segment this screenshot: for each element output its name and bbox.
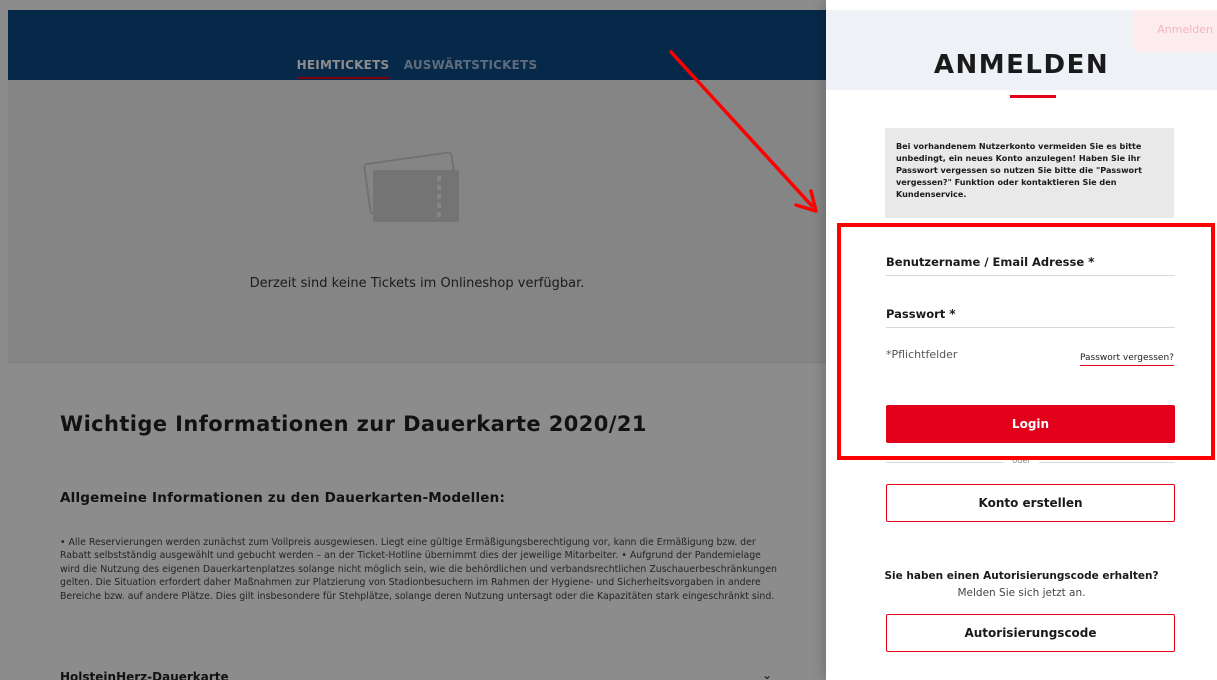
modal-backdrop[interactable]	[0, 0, 826, 680]
auth-code-question: Sie haben einen Autorisierungscode erhal…	[884, 570, 1159, 582]
anmelden-corner-button[interactable]: Anmelden	[1133, 10, 1217, 52]
or-text: oder	[1004, 456, 1039, 465]
create-account-button[interactable]: Konto erstellen	[886, 484, 1175, 522]
title-underline	[1010, 95, 1056, 98]
account-notice: Bei vorhandenem Nutzerkonto vermeiden Si…	[885, 128, 1174, 218]
or-label: oder	[826, 456, 1217, 465]
password-label: Passwort	[886, 307, 946, 321]
drawer-title: ANMELDEN	[933, 50, 1110, 80]
ticket-shop-page: HEIMTICKETS AUSWÄRTSTICKETS Derzeit sind…	[0, 0, 826, 680]
required-fields-note: *Pflichtfelder	[886, 348, 958, 361]
auth-code-button[interactable]: Autorisierungscode	[886, 614, 1175, 652]
forgot-password-link[interactable]: Passwort vergessen?	[1080, 353, 1174, 366]
password-field[interactable]: Passwort *	[886, 307, 1175, 328]
auth-code-subtext: Melden Sie sich jetzt an.	[957, 587, 1086, 599]
username-label: Benutzername / Email Adresse	[886, 255, 1085, 269]
required-marker: *	[949, 307, 956, 321]
login-button[interactable]: Login	[886, 405, 1175, 443]
required-marker: *	[1088, 255, 1095, 269]
login-drawer: Anmelden ANMELDEN Bei vorhandenem Nutzer…	[826, 0, 1217, 680]
username-field[interactable]: Benutzername / Email Adresse *	[886, 255, 1175, 276]
